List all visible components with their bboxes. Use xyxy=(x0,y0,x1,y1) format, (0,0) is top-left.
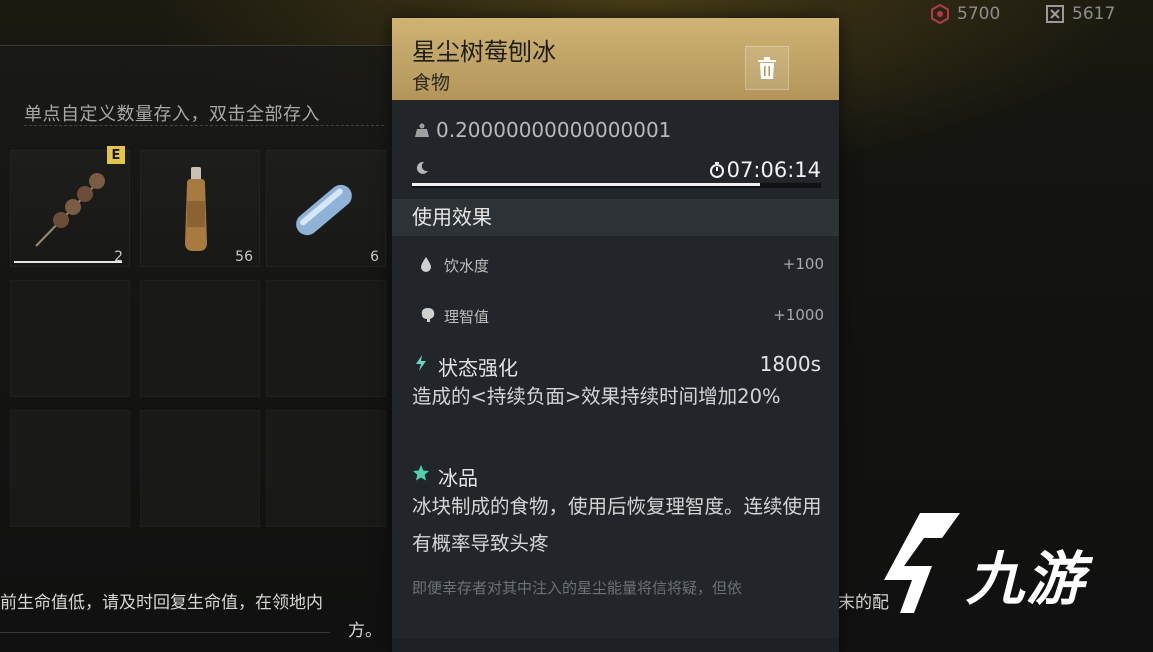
inventory-slot-empty[interactable] xyxy=(10,410,130,527)
inventory-slot-empty[interactable] xyxy=(266,410,386,527)
weight-icon xyxy=(415,123,429,137)
inventory-slot-empty[interactable] xyxy=(140,410,260,527)
frame-coin-icon xyxy=(1045,4,1065,24)
timer: 07:06:14 xyxy=(709,158,821,182)
inventory-slot-empty[interactable] xyxy=(10,280,130,397)
trait-description: 冰块制成的食物，使用后恢复理智度。连续使用有概率导致头疼 xyxy=(412,495,822,555)
weight-value: 0.20000000000000001 xyxy=(436,118,672,142)
capsule-icon xyxy=(296,184,352,236)
lore-text: 即便幸存者对其中注入的星尘能量将信将疑，但依 xyxy=(412,579,743,597)
skewer-icon xyxy=(35,173,105,247)
watermark-text: 九游 xyxy=(966,545,1087,613)
divider xyxy=(0,632,330,633)
discard-button[interactable] xyxy=(745,46,789,90)
divider xyxy=(24,125,384,126)
timer-icon xyxy=(709,162,724,178)
trait-title: 状态强化 xyxy=(438,356,518,380)
item-count: 56 xyxy=(235,249,253,265)
inventory-slot-empty[interactable] xyxy=(266,280,386,397)
card-header: 星尘树莓刨冰 食物 xyxy=(392,18,839,100)
card-footer xyxy=(392,638,839,652)
effect-value: +1000 xyxy=(773,306,824,324)
gear-coin-icon xyxy=(930,4,950,24)
trash-icon xyxy=(758,57,776,79)
grade-badge: E xyxy=(107,146,125,164)
status-message: 前生命值低，请及时回复生命值，在领地内 xyxy=(0,593,323,613)
star-icon xyxy=(413,465,429,481)
timer-value: 07:06:14 xyxy=(726,158,821,182)
brain-icon xyxy=(421,308,435,322)
moon-icon xyxy=(416,161,428,174)
inventory-slot-skewer[interactable]: E 2 xyxy=(10,146,130,267)
buff-icon xyxy=(416,355,426,371)
watermark: 九游 xyxy=(880,508,1120,628)
inventory-slot-bottle[interactable]: 56 xyxy=(140,150,260,267)
item-category: 食物 xyxy=(412,72,451,94)
currency-2-value: 5617 xyxy=(1072,4,1116,24)
inventory-slot-capsule[interactable]: 6 xyxy=(266,150,386,267)
item-count: 6 xyxy=(370,249,379,265)
section-title-effects: 使用效果 xyxy=(392,199,839,236)
effect-label: 饮水度 xyxy=(444,257,490,275)
status-message-continued: 方。 xyxy=(348,621,382,641)
effect-row: 饮水度 +100 xyxy=(420,253,824,277)
trait-title: 冰品 xyxy=(438,466,478,490)
currency-1-value: 5700 xyxy=(957,4,1001,24)
item-weight: 0.20000000000000001 xyxy=(414,118,671,142)
inventory-slot-empty[interactable] xyxy=(140,280,260,397)
storage-hint: 单点自定义数量存入，双击全部存入 xyxy=(24,104,320,125)
trait-description: 造成的<持续负面>效果持续时间增加20% xyxy=(412,385,781,408)
durability-bar xyxy=(14,261,122,263)
item-title: 星尘树莓刨冰 xyxy=(412,38,556,66)
nine-game-logo-icon xyxy=(884,513,960,613)
currency-1: 5700 xyxy=(930,4,1000,24)
freshness-progress-fill xyxy=(412,183,760,186)
water-drop-icon xyxy=(421,257,431,272)
trait-duration: 1800s xyxy=(759,352,821,376)
freshness-progress xyxy=(412,183,821,188)
effect-row: 理智值 +1000 xyxy=(420,304,824,328)
effect-value: +100 xyxy=(782,255,824,273)
effect-label: 理智值 xyxy=(444,308,490,326)
item-detail-card: 星尘树莓刨冰 食物 0.20000000000000001 07:06:14 使… xyxy=(392,18,839,652)
currency-2: 5617 xyxy=(1045,4,1115,24)
